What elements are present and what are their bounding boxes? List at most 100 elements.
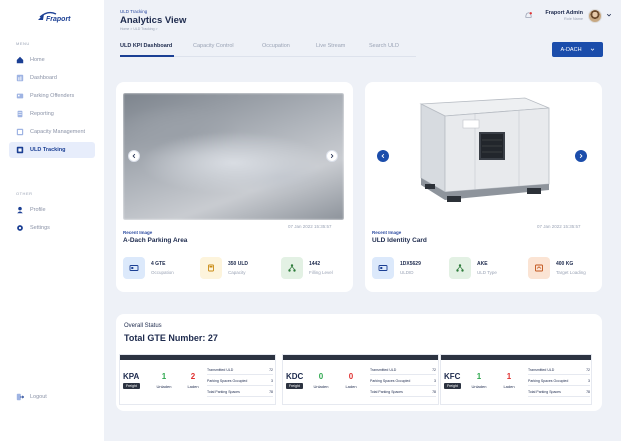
notification-bell-icon[interactable] [524,11,533,20]
stat-value: 1442 [309,261,321,267]
next-image-button[interactable] [326,150,338,162]
unladen-count: 1 [476,372,482,381]
row-key: Transmitted ULD [528,367,555,372]
stat-value: 400 KG [556,261,574,267]
laden-count: 2 [190,372,196,381]
terminal-row-occupied: Parking Spaces Occupied 3 [528,376,590,386]
row-key: Parking Spaces Occupied [207,378,248,383]
tab-uld-kpi-dashboard[interactable]: ULD KPI Dashboard [120,43,172,49]
terminal-row-transmitted: Transmitted ULD 72 [528,365,590,375]
row-key: Parking Spaces Occupied [528,378,569,383]
reporting-icon [16,110,24,118]
sidebar-item-capacity-management[interactable]: Capacity Management [9,124,95,140]
row-value: 72 [269,367,273,372]
capacity-icon [16,128,24,136]
tab-search-uld[interactable]: Search ULD [369,43,399,49]
terminal-row-occupied: Parking Spaces Occupied 3 [207,376,273,386]
terminal-card-kfc[interactable]: KFC Freight 1 Unladen 1 Laden Transmitte… [440,354,592,405]
stat-label: Target Loading [556,270,586,275]
row-value: 72 [586,367,590,372]
laden-label: Laden [187,384,199,389]
stat-label: Capacity [228,270,246,275]
terminal-code: KFC [444,372,461,381]
terminal-card-kpa[interactable]: KPA Freight 1 Unladen 2 Laden Transmitte… [119,354,276,405]
terminal-badge: Freight [123,383,140,389]
total-gte-number: Total GTE Number: 27 [124,333,218,343]
chevron-down-icon[interactable] [606,12,612,18]
terminal-code: KDC [286,372,304,381]
logout-label: Logout [30,394,47,400]
sidebar-item-label: Home [30,57,45,63]
user-name: Fraport Admin [545,10,583,16]
prev-image-button[interactable] [377,150,389,162]
sidebar-item-parking-offenders[interactable]: Parking Offenders [9,88,95,104]
location-dropdown-button[interactable]: A-DACH [552,42,603,57]
stat-label: Filling Level [309,270,333,275]
unladen-count: 0 [318,372,324,381]
id-card-icon [372,257,394,279]
row-key: Parking Spaces Occupied [370,378,411,383]
chevron-right-icon [330,153,334,159]
uld-identity-card: 07 Jan 2022 15:35:57 Recent Image ULD Id… [365,82,602,292]
row-key: Total Parking Spaces [528,389,561,394]
terminal-row-transmitted: Transmitted ULD 72 [370,365,436,375]
card-subtitle: Recent Image [123,230,153,235]
tab-occupation[interactable]: Occupation [262,43,290,49]
laden-label: Laden [503,384,515,389]
sidebar-item-home[interactable]: Home [9,52,95,68]
prev-image-button[interactable] [128,150,140,162]
tab-capacity-control[interactable]: Capacity Control [193,43,234,49]
breadcrumb[interactable]: Home > ULD Tracking > [120,27,158,31]
sidebar-item-profile[interactable]: Profile [9,202,95,218]
row-value: 78 [269,389,273,394]
unladen-count: 1 [161,372,167,381]
menu-section-label: MENU [16,41,30,46]
sidebar-item-label: Dashboard [30,75,57,81]
logo-text: Fraport [46,16,71,23]
terminal-card-kdc[interactable]: KDC Freight 0 Unladen 0 Laden Transmitte… [282,354,439,405]
tracking-icon [16,146,24,154]
sidebar-item-uld-tracking[interactable]: ULD Tracking [9,142,95,158]
laden-count: 0 [348,372,354,381]
sidebar-item-dashboard[interactable]: Dashboard [9,70,95,86]
stat-target-loading: 400 KG Target Loading [528,257,586,279]
sidebar-item-label: Profile [30,207,46,213]
home-icon [16,56,24,64]
row-key: Transmitted ULD [207,367,234,372]
location-label: A-DACH [560,46,582,53]
stat-value: 350 ULD [228,261,249,267]
row-key: Total Parking Spaces [370,389,403,394]
chevron-left-icon [132,153,136,159]
stat-value: 4 GTE [151,261,166,267]
parking-area-image [123,93,344,220]
fraport-logo[interactable]: Fraport [34,8,74,28]
image-timestamp: 07 Jan 2022 15:35:57 [288,224,332,229]
unladen-label: Unladen [313,384,329,389]
network-icon [449,257,471,279]
sidebar-item-label: Settings [30,225,50,231]
row-value: 3 [271,378,273,383]
sidebar-item-reporting[interactable]: Reporting [9,106,95,122]
header-subtitle: ULD Tracking [120,9,148,14]
stat-label: Occupation [151,270,174,275]
uld-container-image [415,92,555,214]
unladen-label: Unladen [471,384,487,389]
stat-value: 1DX5629 [400,261,421,267]
logout-button[interactable]: Logout [16,393,47,401]
parking-icon [16,92,24,100]
row-key: Total Parking Spaces [207,389,240,394]
card-title: ULD Identity Card [372,237,427,244]
tab-live-stream[interactable]: Live Stream [316,43,345,49]
terminal-code: KPA [123,372,140,381]
row-value: 72 [432,367,436,372]
avatar[interactable] [588,9,602,23]
terminal-row-transmitted: Transmitted ULD 72 [207,365,273,375]
sidebar-item-settings[interactable]: Settings [9,220,95,236]
fuel-icon [200,257,222,279]
network-icon [281,257,303,279]
card-subtitle: Recent Image [372,230,402,235]
id-card-icon [123,257,145,279]
next-image-button[interactable] [575,150,587,162]
logout-icon [16,393,24,401]
sidebar-item-label: Parking Offenders [30,93,75,99]
